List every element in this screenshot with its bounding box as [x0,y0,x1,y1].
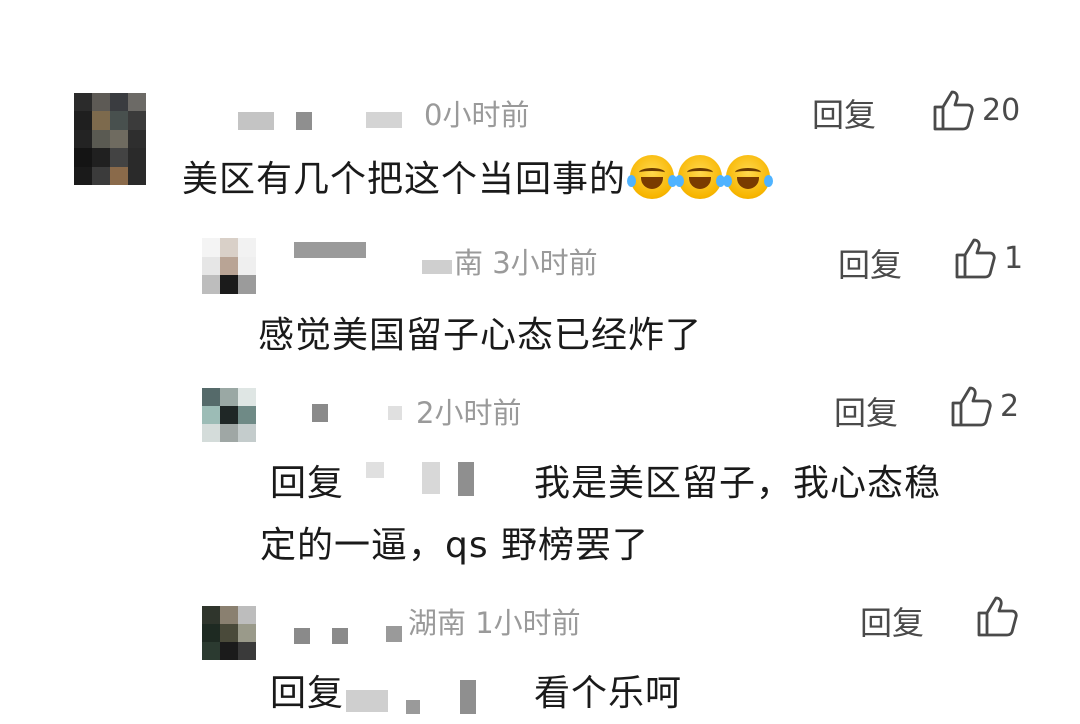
like-button[interactable]: 1 [954,236,1023,280]
username-blurred[interactable] [422,462,440,494]
username-blurred[interactable] [346,690,388,712]
username-blurred[interactable] [312,404,328,422]
username-blurred[interactable] [422,260,452,274]
thumbs-up-icon [951,386,992,427]
comment-meta: 0小时前 [424,98,530,132]
reply-prefix: 回复 [270,673,345,714]
comment-meta: 湖南 1小时前 [408,606,581,640]
thumbs-up-icon [977,596,1018,637]
username-blurred[interactable] [294,242,366,258]
username-blurred[interactable] [406,700,420,714]
thumbs-up-icon [955,238,996,279]
comment-text: 美区有几个把这个当回事的 [182,150,774,202]
avatar[interactable] [202,238,256,294]
laughing-tears-emoji-icon [675,155,726,199]
username-blurred[interactable] [388,406,402,420]
like-button[interactable] [976,594,1026,638]
like-count: 20 [982,92,1021,128]
like-count: 2 [1000,388,1020,424]
comment-text: 定的一逼，qs 野榜罢了 [260,525,650,566]
like-button[interactable]: 20 [932,88,1020,132]
username-blurred[interactable] [366,112,402,128]
avatar[interactable] [74,93,146,185]
thumbs-up-icon [933,90,974,131]
username-blurred[interactable] [238,112,274,130]
comment-meta: 2小时前 [416,396,522,430]
username-blurred[interactable] [386,626,402,642]
comment-text: 感觉美国留子心态已经炸了 [258,315,703,356]
reply-prefix: 回复 [270,463,345,504]
username-blurred[interactable] [294,628,310,644]
username-blurred[interactable] [296,112,312,130]
avatar[interactable] [202,388,256,442]
comment-text: 我是美区留子，我心态稳 [534,463,942,504]
comment-meta: 南 3小时前 [454,246,598,280]
reply-button[interactable]: 回复 [812,90,876,136]
like-count: 1 [1004,240,1024,276]
comment-text: 看个乐呵 [534,673,683,714]
reply-button[interactable]: 回复 [860,598,924,644]
like-button[interactable]: 2 [950,384,1019,428]
username-blurred[interactable] [332,628,348,644]
username-blurred[interactable] [460,680,476,714]
username-blurred[interactable] [366,462,384,478]
avatar[interactable] [202,606,256,660]
reply-button[interactable]: 回复 [838,240,902,286]
laughing-tears-emoji-icon [723,155,774,199]
username-blurred[interactable] [458,462,474,496]
reply-button[interactable]: 回复 [834,388,898,434]
laughing-tears-emoji-icon [627,155,678,199]
